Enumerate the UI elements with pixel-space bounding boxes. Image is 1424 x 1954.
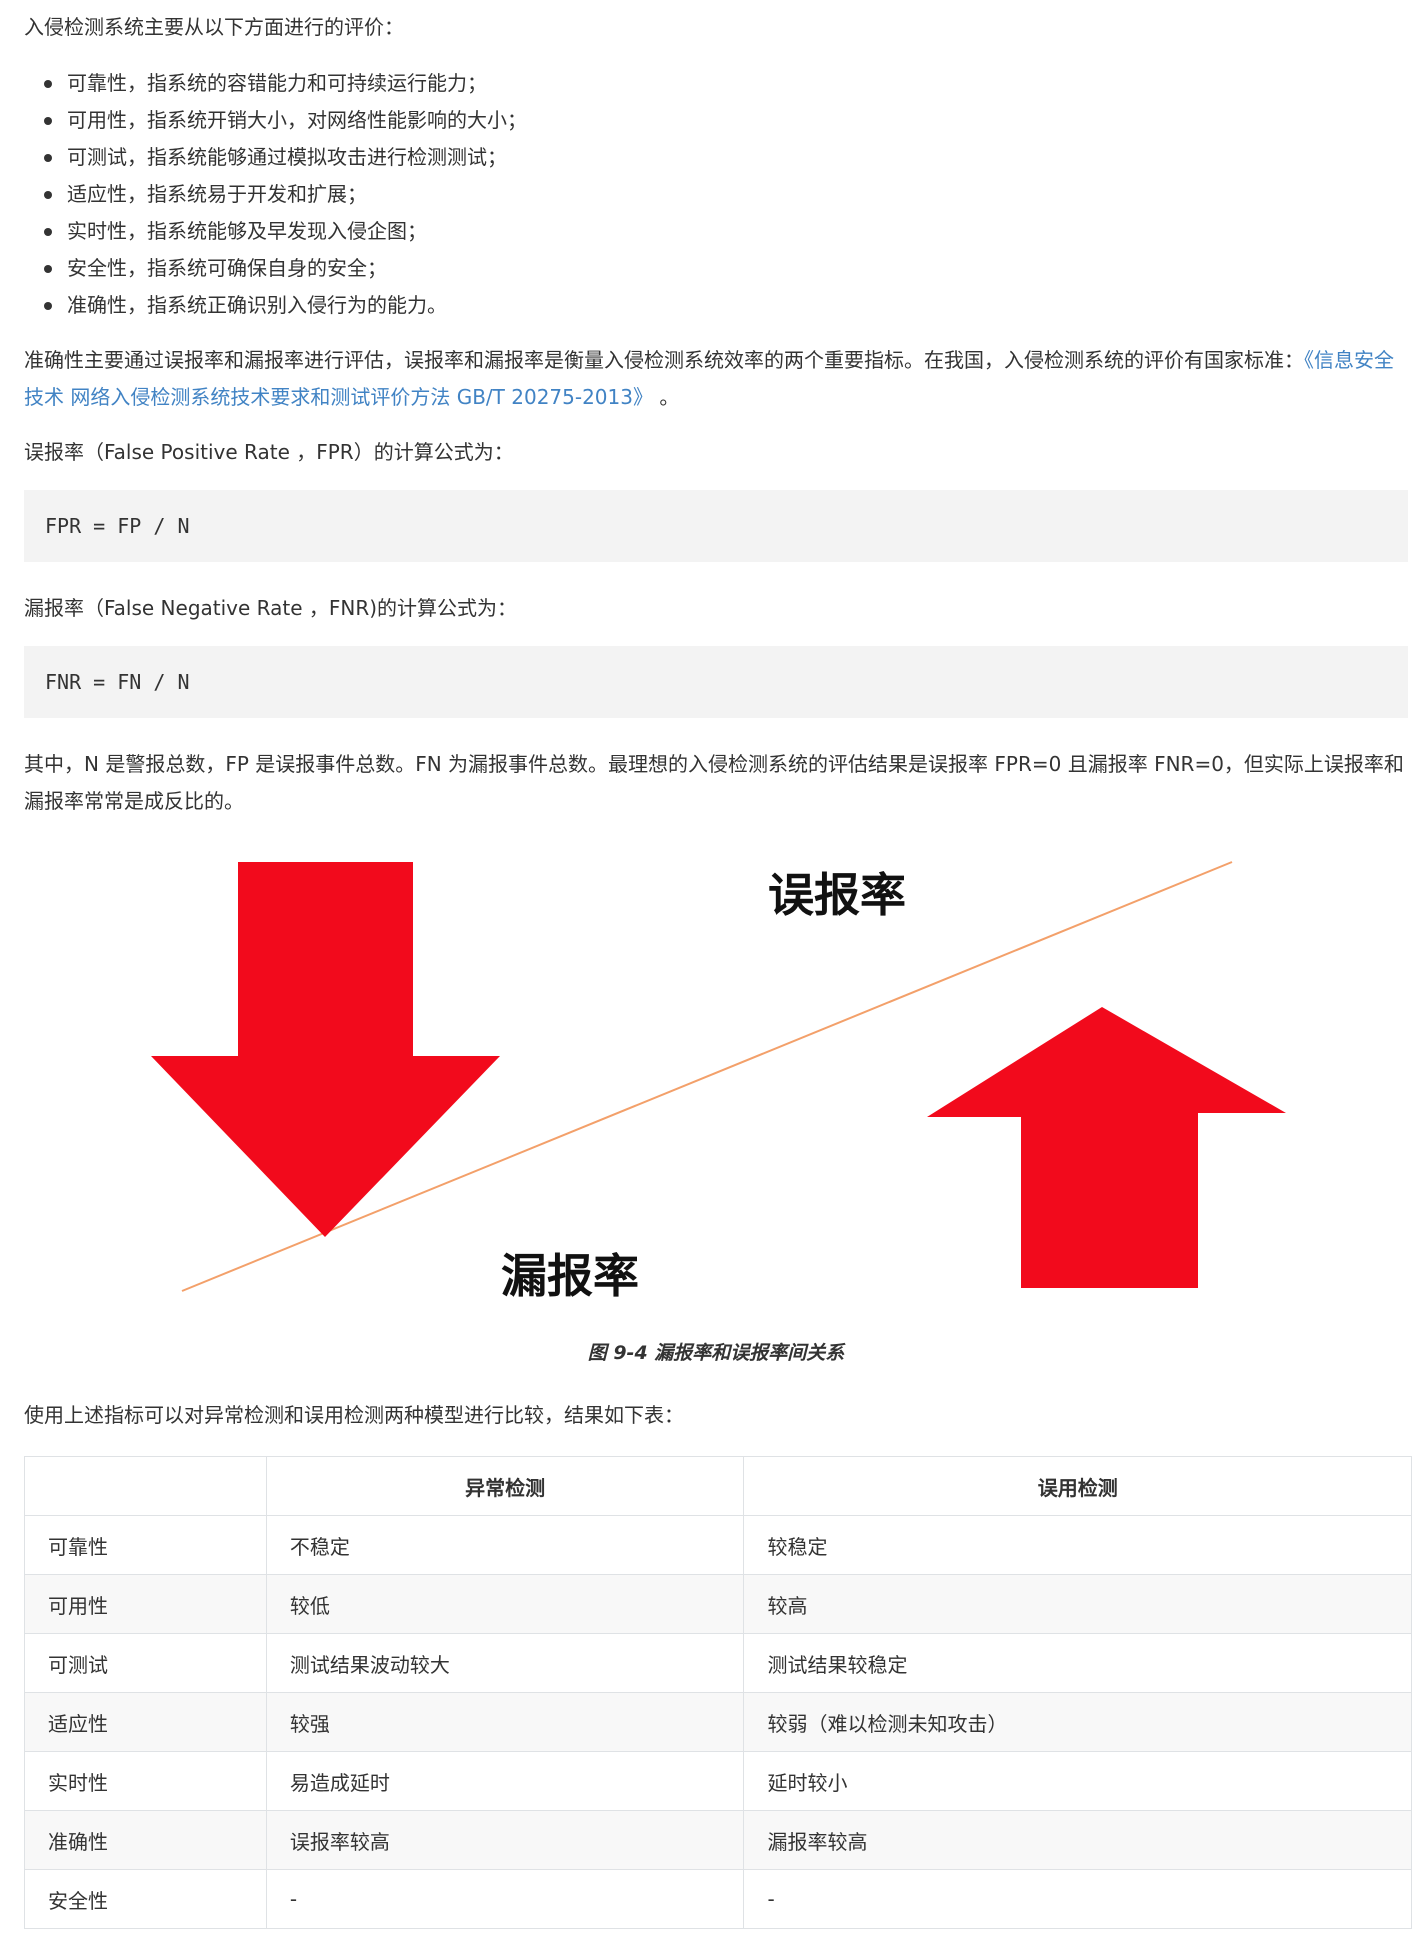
table-cell: 可靠性 [24, 1515, 267, 1575]
table-cell: 测试结果波动较大 [265, 1633, 745, 1693]
table-cell: 较低 [265, 1574, 745, 1634]
relation-figure-svg [151, 861, 1286, 1292]
table-cell: 适应性 [24, 1692, 267, 1752]
table-row: 准确性 误报率较高 漏报率较高 [24, 1810, 1412, 1870]
down-arrow-icon [151, 862, 500, 1237]
table-row: 适应性 较强 较弱（难以检测未知攻击） [24, 1692, 1412, 1752]
table-cell: - [265, 1869, 745, 1929]
fpr-intro: 误报率（False Positive Rate ，FPR）的计算公式为： [24, 440, 514, 464]
criteria-list: 可靠性，指系统的容错能力和可持续运行能力； 可用性，指系统开销大小，对网络性能影… [24, 65, 527, 324]
table-cell: 较稳定 [743, 1515, 1412, 1575]
relation-figure: 误报率 漏报率 [24, 835, 1408, 1315]
table-row: 可靠性 不稳定 较稳定 [24, 1515, 1412, 1575]
table-cell: 不稳定 [265, 1515, 745, 1575]
list-item: 安全性，指系统可确保自身的安全； [24, 250, 527, 287]
accuracy-paragraph: 准确性主要通过误报率和漏报率进行评估，误报率和漏报率是衡量入侵检测系统效率的两个… [24, 342, 1408, 416]
table-cell: 安全性 [24, 1869, 267, 1929]
table-cell: 误报率较高 [265, 1810, 745, 1870]
table-row: 可测试 测试结果波动较大 测试结果较稳定 [24, 1633, 1412, 1693]
figure-label-fnr: 漏报率 [501, 1249, 639, 1303]
fnr-intro: 漏报率（False Negative Rate ，FNR)的计算公式为： [24, 596, 518, 620]
table-header-cell: 异常检测 [265, 1456, 745, 1516]
table-cell: 可用性 [24, 1574, 267, 1634]
table-cell: 测试结果较稳定 [743, 1633, 1412, 1693]
fnr-code-block: FNR = FN / N [24, 646, 1408, 718]
table-row: 安全性 - - [24, 1869, 1412, 1929]
list-item: 可测试，指系统能够通过模拟攻击进行检测测试； [24, 139, 527, 176]
table-cell: 可测试 [24, 1633, 267, 1693]
list-item: 可用性，指系统开销大小，对网络性能影响的大小； [24, 102, 527, 139]
up-arrow-icon [927, 1007, 1286, 1288]
intro-paragraph: 入侵检测系统主要从以下方面进行的评价： [24, 15, 404, 39]
table-header-row: 异常检测 误用检测 [24, 1456, 1412, 1516]
table-cell: 较强 [265, 1692, 745, 1752]
figure-caption: 图 9-4 漏报率和误报率间关系 [587, 1342, 845, 1364]
table-cell: 较高 [743, 1574, 1412, 1634]
accuracy-text: 准确性主要通过误报率和漏报率进行评估，误报率和漏报率是衡量入侵检测系统效率的两个… [24, 348, 1304, 372]
list-item: 实时性，指系统能够及早发现入侵企图； [24, 213, 527, 250]
compare-intro: 使用上述指标可以对异常检测和误用检测两种模型进行比较，结果如下表： [24, 1403, 684, 1427]
comparison-table: 异常检测 误用检测 可靠性 不稳定 较稳定 可用性 较低 较高 可测试 测试结果… [24, 1456, 1412, 1929]
table-cell: - [743, 1869, 1412, 1929]
list-item: 可靠性，指系统的容错能力和可持续运行能力； [24, 65, 527, 102]
list-item: 准确性，指系统正确识别入侵行为的能力。 [24, 287, 527, 324]
fpr-code-block: FPR = FP / N [24, 490, 1408, 562]
table-row: 可用性 较低 较高 [24, 1574, 1412, 1634]
table-cell: 延时较小 [743, 1751, 1412, 1811]
table-cell: 实时性 [24, 1751, 267, 1811]
table-cell: 准确性 [24, 1810, 267, 1870]
figure-label-fpr: 误报率 [768, 868, 906, 922]
accuracy-text-end: 。 [652, 385, 680, 409]
table-header-cell: 误用检测 [743, 1456, 1412, 1516]
list-item: 适应性，指系统易于开发和扩展； [24, 176, 527, 213]
table-cell: 漏报率较高 [743, 1810, 1412, 1870]
table-row: 实时性 易造成延时 延时较小 [24, 1751, 1412, 1811]
table-cell: 易造成延时 [265, 1751, 745, 1811]
relation-paragraph: 其中，N 是警报总数，FP 是误报事件总数。FN 为漏报事件总数。最理想的入侵检… [24, 752, 1404, 813]
table-header-cell [24, 1456, 267, 1516]
table-cell: 较弱（难以检测未知攻击） [743, 1692, 1412, 1752]
